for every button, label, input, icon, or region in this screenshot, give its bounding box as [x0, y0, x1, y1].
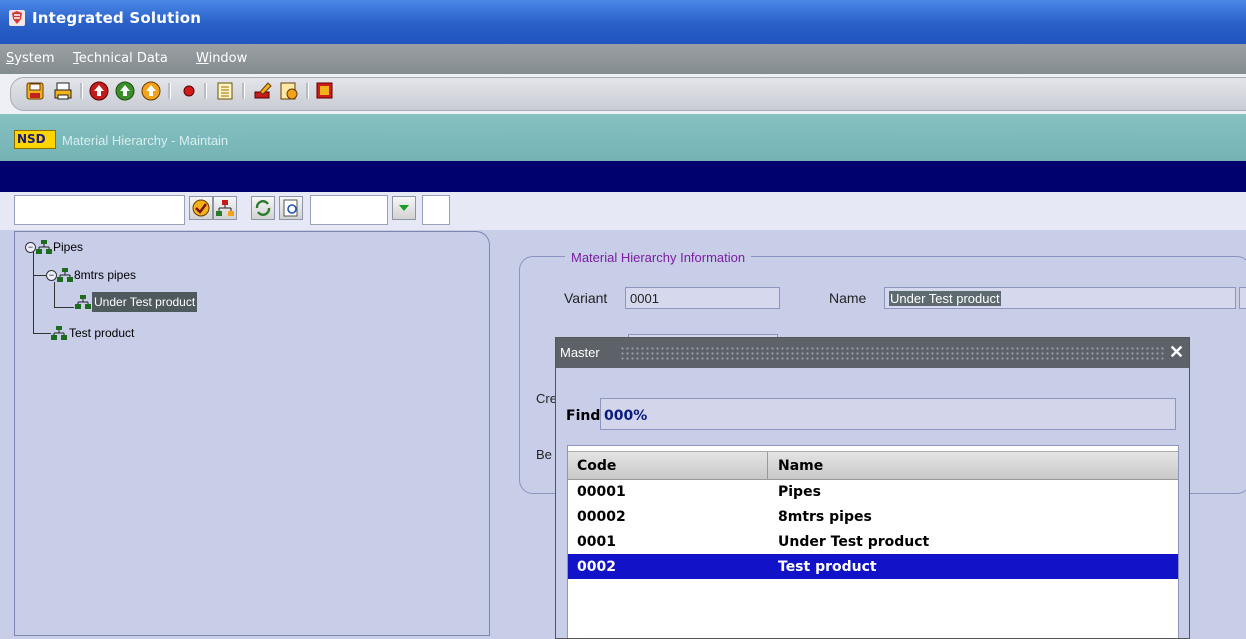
variant-label: Variant: [564, 290, 608, 306]
tree-connector: [33, 324, 34, 333]
toolbar-separator: [80, 83, 83, 99]
exit-icon[interactable]: [314, 80, 336, 102]
row-code: 00001: [577, 484, 626, 500]
menu-technical-data-label: echnical Data: [78, 51, 168, 66]
header-band: [0, 161, 1246, 192]
row-code: 00002: [577, 509, 626, 525]
menu-system[interactable]: System: [6, 51, 55, 66]
hierarchy-node-icon: [75, 295, 91, 309]
menu-technical-data[interactable]: Technical Data: [73, 51, 168, 66]
hierarchy-node-icon: [51, 326, 67, 340]
name-label: Name: [829, 290, 867, 306]
search-row: [0, 192, 1246, 230]
collapse-icon[interactable]: −: [46, 270, 57, 281]
print-icon[interactable]: [52, 80, 74, 102]
results-grid: Code Name 00001 Pipes 00002 8mtrs pipes …: [567, 445, 1179, 638]
row-name: Test product: [778, 559, 877, 575]
name-value: Under Test product: [889, 291, 1001, 306]
find-input[interactable]: [600, 398, 1176, 430]
record-icon[interactable]: [178, 80, 200, 102]
nav-next-icon[interactable]: [140, 80, 162, 102]
variant-field[interactable]: 0001: [625, 287, 780, 309]
collapse-icon[interactable]: −: [25, 242, 36, 253]
variant-value: 0001: [630, 291, 659, 306]
menu-bar: System Technical Data Window: [0, 44, 1246, 74]
filter-extra-input[interactable]: [422, 195, 450, 225]
module-title: Material Hierarchy - Maintain: [62, 133, 229, 148]
filter-dropdown-icon[interactable]: [392, 196, 416, 220]
tree-connector: [54, 282, 55, 307]
menu-window[interactable]: Window: [196, 51, 247, 66]
app-icon: [9, 10, 25, 26]
row-name: Under Test product: [778, 534, 930, 550]
dialog-title-grip: [620, 346, 1166, 360]
hierarchy-icon[interactable]: [213, 196, 237, 220]
menu-system-label: ystem: [14, 51, 55, 66]
column-header-code[interactable]: Code: [577, 458, 616, 474]
hierarchy-node-icon: [36, 240, 52, 254]
window-title: Integrated Solution: [32, 9, 202, 27]
toolbar-separator: [306, 83, 309, 99]
edit-icon[interactable]: [252, 80, 274, 102]
filter-input[interactable]: [310, 195, 388, 225]
tree-node-label: 8mtrs pipes: [74, 268, 137, 282]
check-icon[interactable]: [189, 196, 213, 220]
tree-panel: − Pipes − 8mtrs pipes Under Test product…: [14, 231, 490, 636]
tree-connector: [33, 275, 47, 276]
preview-icon[interactable]: [279, 196, 303, 220]
save-icon[interactable]: [24, 80, 46, 102]
master-dialog: Master ✕ Find 000% Code Name 00001 Pipes…: [555, 337, 1190, 639]
tree-connector: [33, 249, 34, 325]
table-row[interactable]: 00001 Pipes: [568, 479, 1178, 504]
close-icon[interactable]: ✕: [1169, 342, 1184, 363]
column-divider[interactable]: [767, 452, 768, 479]
nav-prev-icon[interactable]: [114, 80, 136, 102]
created-label: Cre: [536, 391, 557, 406]
grid-header: Code Name: [568, 451, 1178, 480]
row-name: Pipes: [778, 484, 821, 500]
list-icon[interactable]: [214, 80, 236, 102]
toolbar: [0, 74, 1246, 114]
table-row[interactable]: 0001 Under Test product: [568, 529, 1178, 554]
hierarchy-node-icon: [57, 268, 73, 282]
row-code: 0002: [577, 559, 616, 575]
nsd-logo: NSD: [14, 130, 56, 149]
table-row-selected[interactable]: 0002 Test product: [568, 554, 1178, 579]
window-title-bar: Integrated Solution: [0, 0, 1246, 37]
tree-connector: [54, 307, 74, 308]
dialog-title-bar[interactable]: Master ✕: [556, 338, 1189, 368]
find-label: Find: [566, 408, 601, 424]
toolbar-separator: [242, 83, 245, 99]
search-input[interactable]: [14, 195, 185, 225]
tree-node-label: Test product: [69, 326, 135, 340]
tree-node-label: Under Test product: [92, 292, 198, 312]
nav-up-icon[interactable]: [88, 80, 110, 102]
column-header-name[interactable]: Name: [778, 458, 823, 474]
dialog-title: Master: [560, 345, 600, 360]
toolbar-separator: [168, 83, 171, 99]
begin-label: Be: [536, 447, 552, 462]
toolbar-separator: [204, 83, 207, 99]
nsd-logo-text: NSD: [17, 132, 46, 146]
row-code: 0001: [577, 534, 616, 550]
title-bar-edge: [0, 37, 1246, 44]
refresh-icon[interactable]: [251, 196, 275, 220]
table-row[interactable]: 00002 8mtrs pipes: [568, 504, 1178, 529]
info-section-title: Material Hierarchy Information: [565, 250, 752, 265]
find-value: 000%: [604, 408, 648, 424]
name-field[interactable]: Under Test product: [884, 287, 1236, 309]
menu-window-label: indow: [208, 51, 248, 66]
tree-node-label: Pipes: [53, 240, 84, 254]
document-icon[interactable]: [278, 80, 300, 102]
module-header: NSD Material Hierarchy - Maintain: [0, 114, 1246, 161]
tree-connector: [33, 333, 51, 334]
row-name: 8mtrs pipes: [778, 509, 872, 525]
name-field-extra[interactable]: [1239, 287, 1246, 309]
